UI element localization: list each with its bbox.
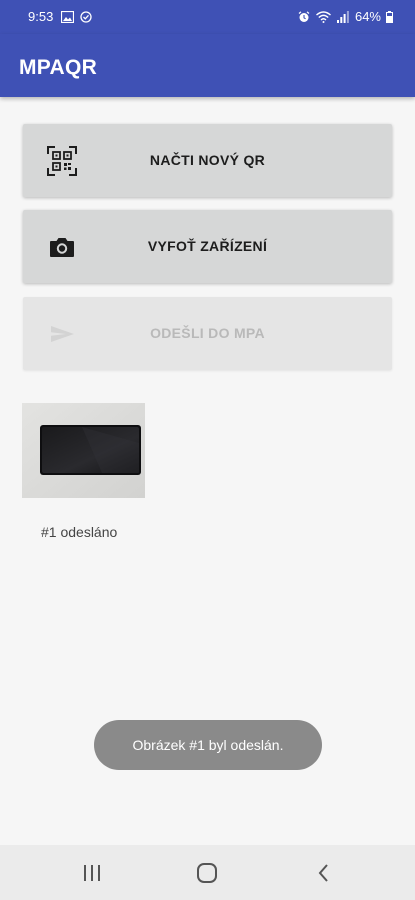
send-to-mpa-label: ODEŠLI DO MPA: [150, 325, 265, 341]
status-time: 9:53: [28, 9, 54, 24]
app-title: MPAQR: [19, 56, 98, 79]
signal-icon: [336, 10, 349, 23]
scan-qr-button[interactable]: NAČTI NOVÝ QR: [23, 124, 392, 197]
photo-caption: #1 odesláno: [41, 524, 118, 540]
recent-apps-icon[interactable]: [80, 861, 104, 885]
home-icon[interactable]: [195, 861, 219, 885]
wifi-icon: [316, 10, 331, 23]
status-bar: 9:53 64%: [0, 0, 415, 34]
status-left: 9:53: [28, 9, 98, 24]
take-photo-button[interactable]: VYFOŤ ZAŘÍZENÍ: [23, 210, 392, 283]
app-bar: MPAQR: [0, 34, 415, 97]
send-to-mpa-button[interactable]: ODEŠLI DO MPA: [23, 297, 392, 370]
toast-message: Obrázek #1 byl odeslán.: [94, 720, 322, 770]
back-icon[interactable]: [312, 861, 336, 885]
photo-thumbnail[interactable]: [22, 403, 145, 498]
take-photo-label: VYFOŤ ZAŘÍZENÍ: [147, 238, 268, 254]
status-right: 64%: [298, 9, 393, 24]
alert-circle-icon: [80, 10, 92, 23]
alarm-icon: [298, 10, 310, 23]
navigation-bar: [0, 845, 415, 900]
battery-level: 64%: [354, 9, 381, 24]
scan-qr-label: NAČTI NOVÝ QR: [149, 152, 266, 168]
image-icon: [61, 10, 75, 23]
battery-icon: [386, 10, 393, 23]
